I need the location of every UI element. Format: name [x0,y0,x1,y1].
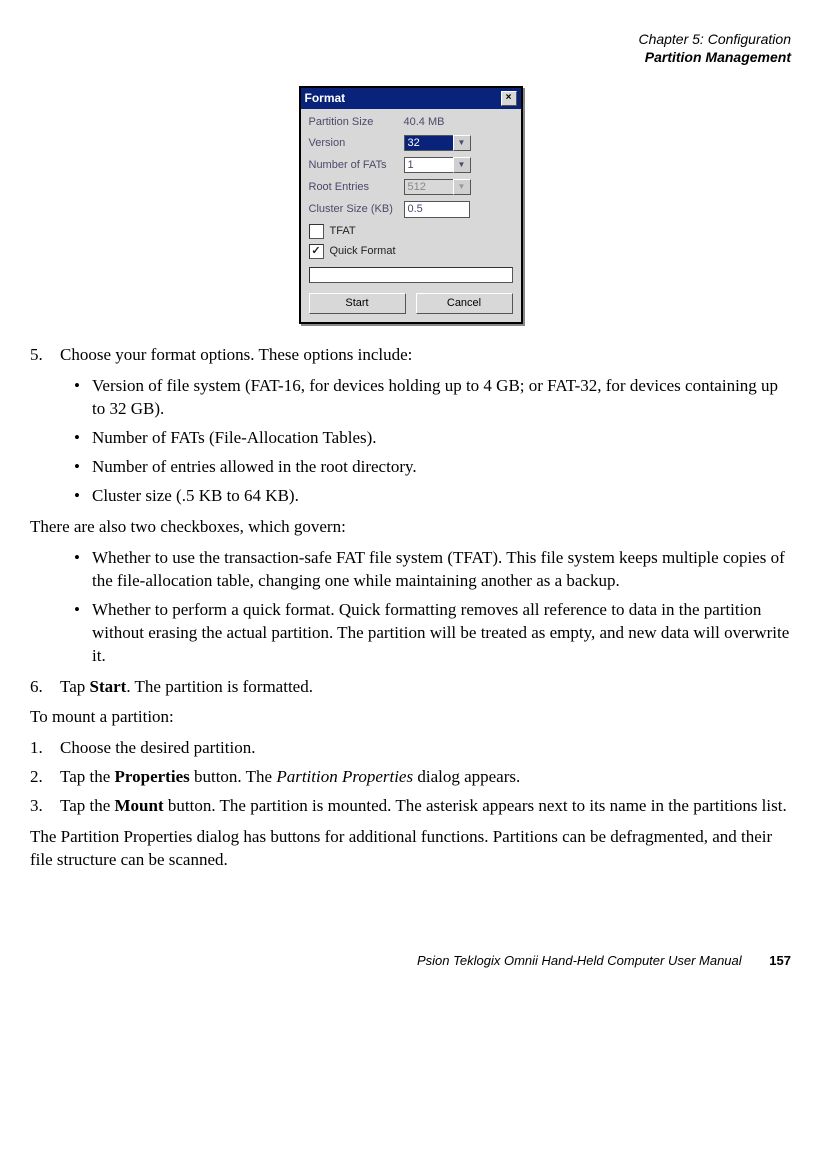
bullet-icon: • [74,485,92,508]
list-item: •Number of entries allowed in the root d… [30,456,791,479]
bullet-icon: • [74,375,92,421]
list-item: •Whether to perform a quick format. Quic… [30,599,791,668]
bullet-icon: • [74,547,92,593]
cluster-size-label: Cluster Size (KB) [309,202,404,217]
page-number: 157 [769,953,791,968]
list-item: •Number of FATs (File-Allocation Tables)… [30,427,791,450]
start-button[interactable]: Start [309,293,406,314]
step-number: 2. [30,766,60,789]
screenshot-figure: Format × Partition Size 40.4 MB Version … [30,86,791,324]
list-item: 1. Choose the desired partition. [30,737,791,760]
num-fats-input[interactable]: 1 [404,157,453,173]
paragraph: To mount a partition: [30,706,791,729]
dialog-body: Partition Size 40.4 MB Version 32 ▼ Numb… [301,109,521,323]
close-button[interactable]: × [501,91,517,106]
bullet-text: Version of file system (FAT-16, for devi… [92,375,791,421]
root-entries-input: 512 [404,179,453,195]
step-number: 6. [30,676,60,699]
chevron-down-icon: ▼ [458,182,466,193]
bullet-icon: • [74,599,92,668]
tfat-checkbox[interactable] [309,224,324,239]
chapter-ref: Chapter 5: Configuration [30,30,791,48]
paragraph: The Partition Properties dialog has butt… [30,826,791,872]
list-item: •Whether to use the transaction-safe FAT… [30,547,791,593]
bullet-text: Number of entries allowed in the root di… [92,456,791,479]
format-dialog: Format × Partition Size 40.4 MB Version … [299,86,523,324]
bullet-text: Cluster size (.5 KB to 64 KB). [92,485,791,508]
bullet-text: Number of FATs (File-Allocation Tables). [92,427,791,450]
page-header: Chapter 5: Configuration Partition Manag… [30,30,791,66]
tfat-label: TFAT [330,224,356,239]
dialog-titlebar: Format × [301,88,521,108]
list-item: 6. Tap Start. The partition is formatted… [30,676,791,699]
chevron-down-icon: ▼ [458,160,466,171]
chevron-down-icon: ▼ [458,138,466,149]
partition-size-value: 40.4 MB [404,115,513,130]
list-item: •Version of file system (FAT-16, for dev… [30,375,791,421]
num-fats-dropdown-button[interactable]: ▼ [453,157,471,173]
quick-format-label: Quick Format [330,244,396,259]
root-entries-dropdown-button: ▼ [453,179,471,195]
root-entries-label: Root Entries [309,180,404,195]
bullet-text: Whether to use the transaction-safe FAT … [92,547,791,593]
version-label: Version [309,136,404,151]
step-text: Choose the desired partition. [60,737,791,760]
manual-title: Psion Teklogix Omnii Hand-Held Computer … [417,953,742,968]
num-fats-combo[interactable]: 1 ▼ [404,157,471,173]
cancel-button[interactable]: Cancel [416,293,513,314]
step-text: Tap the Properties button. The Partition… [60,766,791,789]
paragraph: There are also two checkboxes, which gov… [30,516,791,539]
dialog-title: Format [305,90,346,106]
num-fats-label: Number of FATs [309,158,404,173]
page-footer: Psion Teklogix Omnii Hand-Held Computer … [30,952,791,970]
bullet-text: Whether to perform a quick format. Quick… [92,599,791,668]
bullet-icon: • [74,456,92,479]
version-dropdown-button[interactable]: ▼ [453,135,471,151]
step-number: 1. [30,737,60,760]
cluster-size-input[interactable]: 0.5 [404,201,470,218]
list-item: •Cluster size (.5 KB to 64 KB). [30,485,791,508]
step-number: 5. [30,344,60,367]
step-text: Tap Start. The partition is formatted. [60,676,791,699]
partition-size-label: Partition Size [309,115,404,130]
list-item: 2. Tap the Properties button. The Partit… [30,766,791,789]
list-item: 3. Tap the Mount button. The partition i… [30,795,791,818]
progress-bar [309,267,513,283]
step-text: Choose your format options. These option… [60,344,791,367]
section-ref: Partition Management [30,48,791,66]
quick-format-checkbox[interactable]: ✓ [309,244,324,259]
root-entries-combo: 512 ▼ [404,179,471,195]
bullet-icon: • [74,427,92,450]
version-input[interactable]: 32 [404,135,453,151]
step-number: 3. [30,795,60,818]
version-combo[interactable]: 32 ▼ [404,135,471,151]
list-item: 5. Choose your format options. These opt… [30,344,791,367]
step-text: Tap the Mount button. The partition is m… [60,795,791,818]
